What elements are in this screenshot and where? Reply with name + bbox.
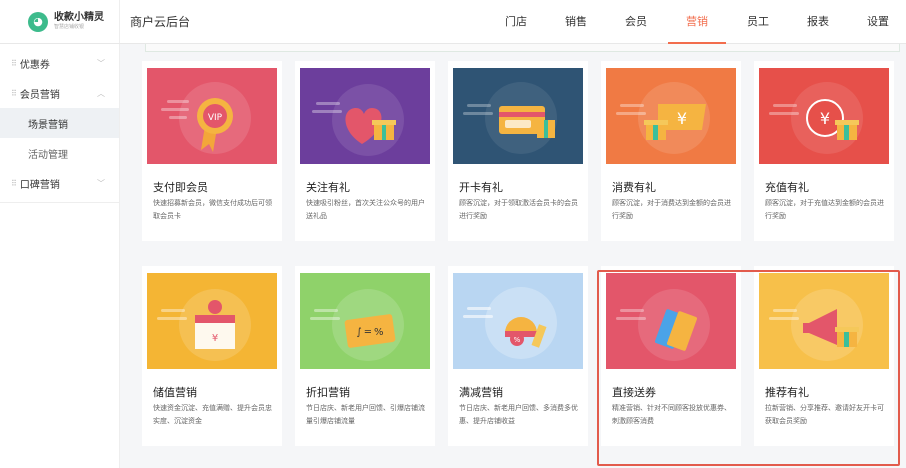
card-illustration — [453, 68, 583, 164]
sidebar-group-koubei-marketing[interactable]: ⠿ 口碑营销 ﹀ — [0, 168, 119, 198]
card-title: 充值有礼 — [765, 181, 809, 194]
card-illustration: VIP — [147, 68, 277, 164]
brand-name: 收款小精灵 — [54, 12, 104, 23]
backend-title: 商户云后台 — [130, 15, 191, 29]
card-description: 顾客沉淀，对于领取激活会员卡的会员进行奖励 — [459, 199, 578, 220]
card-title: 折扣营销 — [306, 386, 350, 399]
grid-icon: ⠿ — [11, 88, 17, 98]
card-stored-value-marketing[interactable]: ¥ 储值营销 快速资金沉淀、充值满赠、提升会员忠实度、沉淀资金 — [142, 266, 282, 446]
brand-subtitle: 智慧店铺收银 — [54, 24, 85, 30]
card-illustration: ¥ — [147, 273, 277, 369]
card-description: 快速招募新会员，微信支付成功后可领取会员卡 — [153, 199, 272, 220]
card-title: 开卡有礼 — [459, 181, 503, 194]
card-description: 快速吸引粉丝，首次关注公众号的用户送礼品 — [306, 199, 425, 220]
card-description: 顾客沉淀，对于消费达到金额的会员进行奖励 — [612, 199, 731, 220]
top-bar: ◕ 收款小精灵 智慧店铺收银 商户云后台 门店 销售 会员 营销 员工 报表 设… — [0, 0, 906, 44]
svg-text:¥: ¥ — [677, 109, 687, 128]
card-title: 支付即会员 — [153, 181, 208, 194]
sidebar-group-label: 口碑营销 — [19, 179, 60, 191]
grid-icon: ⠿ — [11, 178, 17, 188]
main-content: VIP 支付即会员 快速招募新会员，微信支付成功后可领取会员卡 关注有礼 快速吸… — [121, 44, 906, 468]
sidebar-divider — [0, 202, 119, 203]
card-title: 关注有礼 — [306, 181, 350, 194]
sidebar-item-activity-management[interactable]: 活动管理 — [0, 138, 119, 168]
selection-highlight — [597, 270, 900, 466]
nav-settings[interactable]: 设置 — [850, 0, 906, 44]
card-description: 快速资金沉淀、充值满赠、提升会员忠实度、沉淀资金 — [153, 404, 272, 425]
svg-text:¥: ¥ — [212, 333, 218, 344]
nav-members[interactable]: 会员 — [608, 0, 664, 44]
card-discount-marketing[interactable]: ∫ ═ % 折扣营销 节日店庆、新老用户回馈、引爆店铺流量引爆店铺流量 — [295, 266, 435, 446]
card-description: 节日店庆、新老用户回馈、多消费多优惠、提升店铺收益 — [459, 404, 578, 425]
brand-logo-icon: ◕ — [28, 11, 48, 32]
sidebar-group-label: 优惠券 — [19, 59, 50, 71]
nav-sales[interactable]: 销售 — [548, 0, 604, 44]
chevron-down-icon: ﹀ — [97, 178, 105, 188]
card-consume-gift[interactable]: ¥ 消费有礼 顾客沉淀，对于消费达到金额的会员进行奖励 — [601, 61, 741, 241]
card-illustration: % — [453, 273, 583, 369]
card-illustration — [300, 68, 430, 164]
nav-reports[interactable]: 报表 — [790, 0, 846, 44]
card-title: 满减营销 — [459, 386, 503, 399]
sidebar-group-coupons[interactable]: ⠿ 优惠券 ﹀ — [0, 48, 119, 78]
card-title: 储值营销 — [153, 386, 197, 399]
card-illustration: ¥ — [606, 68, 736, 164]
main-nav: 门店 销售 会员 营销 员工 报表 设置 — [488, 0, 906, 44]
header-strip — [145, 44, 900, 52]
chevron-down-icon: ﹀ — [97, 58, 105, 68]
nav-store[interactable]: 门店 — [488, 0, 544, 44]
card-recharge-gift[interactable]: ¥ 充值有礼 顾客沉淀，对于充值达到金额的会员进行奖励 — [754, 61, 894, 241]
brand-text: 收款小精灵 智慧店铺收银 — [54, 13, 104, 30]
card-full-reduction-marketing[interactable]: % 满减营销 节日店庆、新老用户回馈、多消费多优惠、提升店铺收益 — [448, 266, 588, 446]
nav-staff[interactable]: 员工 — [730, 0, 786, 44]
card-open-card-gift[interactable]: 开卡有礼 顾客沉淀，对于领取激活会员卡的会员进行奖励 — [448, 61, 588, 241]
card-description: 顾客沉淀，对于充值达到金额的会员进行奖励 — [765, 199, 884, 220]
sidebar: ⠿ 优惠券 ﹀ ⠿ 会员营销 ︿ 场景营销 活动管理 ⠿ 口碑营销 ﹀ — [0, 44, 120, 468]
card-illustration: ∫ ═ % — [300, 273, 430, 369]
card-follow-gift[interactable]: 关注有礼 快速吸引粉丝，首次关注公众号的用户送礼品 — [295, 61, 435, 241]
sidebar-item-scene-marketing[interactable]: 场景营销 — [0, 108, 119, 138]
sidebar-group-member-marketing[interactable]: ⠿ 会员营销 ︿ — [0, 78, 119, 108]
svg-text:%: % — [514, 336, 521, 344]
svg-text:∫ ═ %: ∫ ═ % — [356, 327, 383, 338]
grid-icon: ⠿ — [11, 58, 17, 68]
card-pay-to-member[interactable]: VIP 支付即会员 快速招募新会员，微信支付成功后可领取会员卡 — [142, 61, 282, 241]
card-illustration: ¥ — [759, 68, 889, 164]
card-title: 消费有礼 — [612, 181, 656, 194]
nav-marketing[interactable]: 营销 — [668, 0, 726, 44]
chevron-up-icon: ︿ — [97, 88, 105, 98]
svg-text:VIP: VIP — [208, 113, 223, 123]
svg-text:¥: ¥ — [820, 109, 830, 128]
card-description: 节日店庆、新老用户回馈、引爆店铺流量引爆店铺流量 — [306, 404, 425, 425]
sidebar-group-label: 会员营销 — [19, 89, 60, 101]
brand[interactable]: ◕ 收款小精灵 智慧店铺收银 — [0, 0, 120, 43]
